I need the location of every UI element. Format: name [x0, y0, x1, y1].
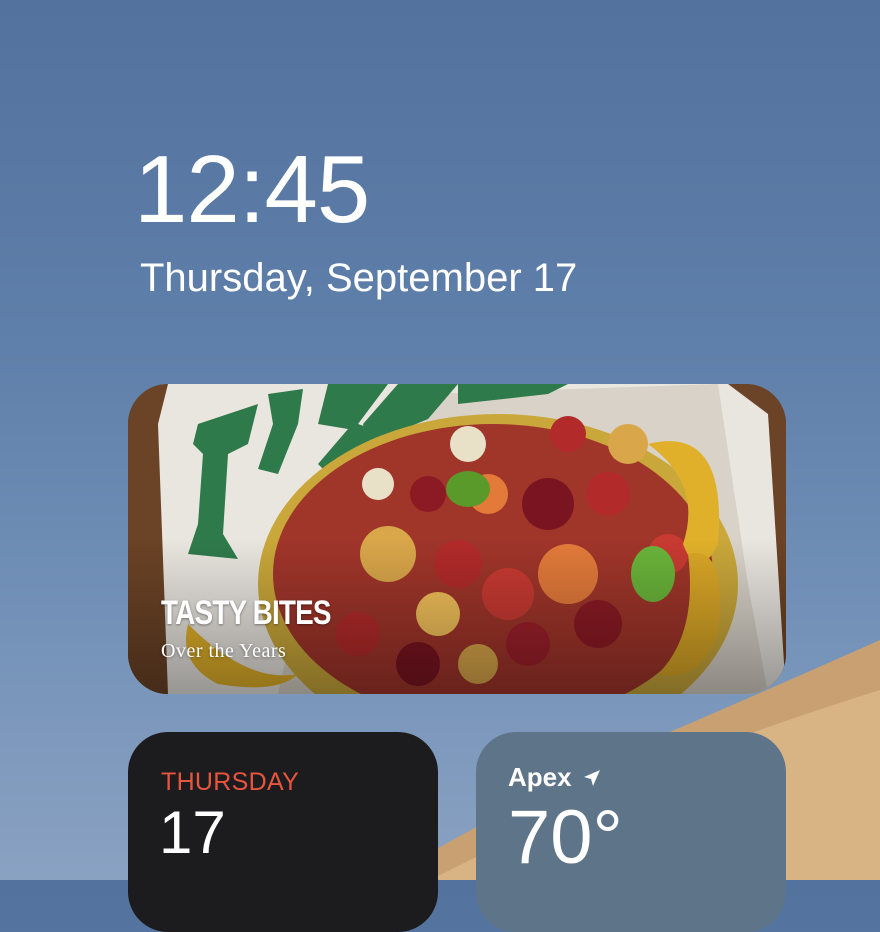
- calendar-day-number: 17: [159, 799, 226, 866]
- photo-widget-subtitle: Over the Years: [161, 640, 287, 662]
- weather-location-label: Apex: [508, 762, 572, 792]
- weather-temperature: 70°: [508, 795, 623, 880]
- location-arrow-icon: [583, 769, 600, 786]
- lock-screen-time: 12:45: [134, 136, 370, 243]
- calendar-weekday: THURSDAY: [161, 768, 300, 796]
- weather-widget[interactable]: Apex 70°: [476, 732, 786, 932]
- photos-widget[interactable]: TASTY BITES Over the Years: [128, 384, 786, 694]
- photo-widget-title: TASTY BITES: [161, 594, 331, 632]
- weather-location: Apex: [508, 762, 602, 793]
- lock-screen-date: Thursday, September 17: [140, 256, 578, 300]
- calendar-widget[interactable]: THURSDAY 17: [128, 732, 438, 932]
